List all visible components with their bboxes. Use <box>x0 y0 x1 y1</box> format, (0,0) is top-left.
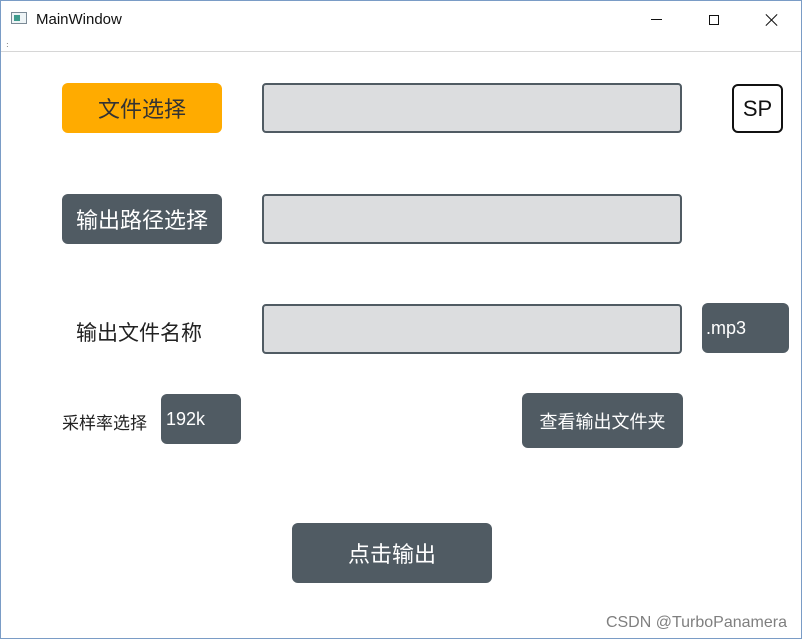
close-icon <box>765 13 779 27</box>
maximize-icon <box>709 14 719 25</box>
main-window: MainWindow : 文件选择 SP 输出路径选择 输出文件名称 .mp3 … <box>0 0 802 639</box>
window-title: MainWindow <box>36 11 122 28</box>
output-path-field[interactable] <box>262 194 682 244</box>
maximize-button[interactable] <box>685 1 743 38</box>
close-button[interactable] <box>743 1 801 38</box>
toolbar-grip[interactable]: : <box>6 41 9 49</box>
samplerate-select[interactable]: 192k <box>161 394 241 444</box>
app-window-icon <box>11 12 27 24</box>
export-button[interactable]: 点击输出 <box>292 523 492 583</box>
watermark-text: CSDN @TurboPanamera <box>605 614 787 631</box>
samplerate-label: 采样率选择 <box>62 414 147 434</box>
output-path-select-button[interactable]: 输出路径选择 <box>62 194 222 244</box>
file-select-button[interactable]: 文件选择 <box>62 83 222 133</box>
open-output-folder-button[interactable]: 查看输出文件夹 <box>522 393 683 448</box>
title-bar[interactable]: MainWindow <box>1 1 801 38</box>
file-path-field[interactable] <box>262 83 682 133</box>
file-extension-select[interactable]: .mp3 <box>702 303 789 353</box>
sp-button[interactable]: SP <box>732 84 783 133</box>
toolbar-separator <box>1 51 801 52</box>
minimize-button[interactable] <box>627 1 685 38</box>
output-file-name-field[interactable] <box>262 304 682 354</box>
output-file-name-label: 输出文件名称 <box>76 321 202 345</box>
minimize-icon <box>650 19 662 20</box>
